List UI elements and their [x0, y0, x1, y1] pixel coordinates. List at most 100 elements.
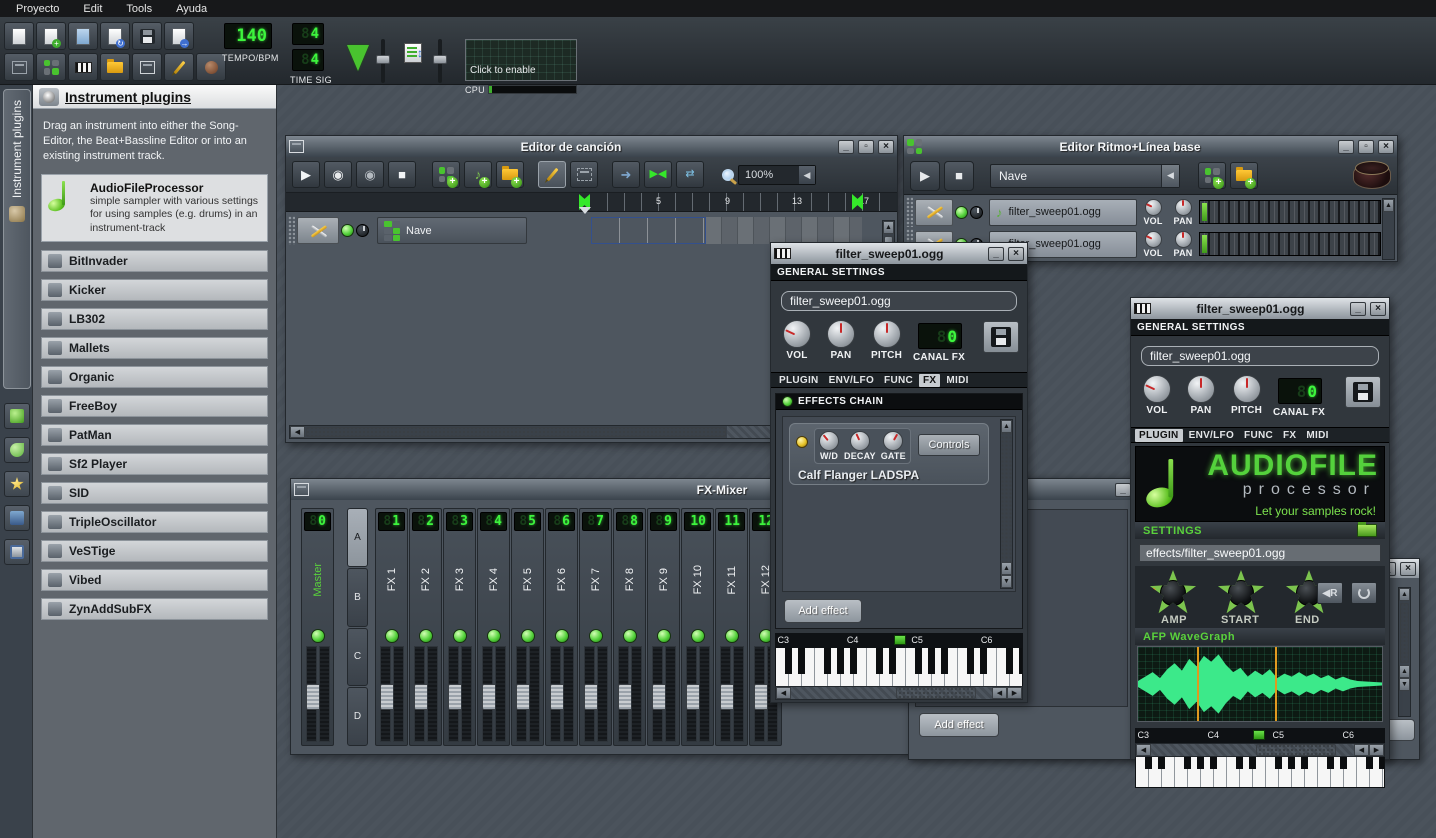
scroll-down-icon[interactable]: ▼: [1399, 678, 1410, 691]
fx-channel[interactable]: 82 FX 2: [409, 508, 442, 746]
track-mute-led[interactable]: [955, 206, 968, 219]
record-button[interactable]: ◉: [324, 161, 352, 188]
plugin-list-item[interactable]: FreeBoy: [41, 395, 268, 417]
wd-knob[interactable]: W/D: [819, 431, 839, 461]
add-sample-button[interactable]: [1230, 162, 1258, 189]
channel-led[interactable]: [555, 629, 569, 643]
vol-knob-group[interactable]: VOL: [1139, 231, 1167, 258]
scroll-up-icon[interactable]: ▲: [1001, 420, 1012, 433]
stop-button[interactable]: ■: [944, 161, 974, 191]
minimize-button[interactable]: _: [1338, 140, 1354, 154]
pitch-knob[interactable]: PITCH: [1231, 375, 1262, 416]
sidebar-tab-samples[interactable]: [4, 403, 30, 429]
close-button[interactable]: ×: [1400, 562, 1416, 576]
channel-led[interactable]: [725, 629, 739, 643]
fx-channel[interactable]: 88 FX 8: [613, 508, 646, 746]
playhead-marker[interactable]: [579, 207, 591, 214]
gate-knob[interactable]: GATE: [881, 431, 906, 461]
channel-led[interactable]: [657, 629, 671, 643]
save-preset-button[interactable]: [1345, 376, 1381, 408]
pattern-segments-empty[interactable]: [706, 217, 862, 244]
scroll-left-icon[interactable]: ◀: [290, 426, 305, 438]
plugin-list-item[interactable]: Sf2 Player: [41, 453, 268, 475]
new-project-button[interactable]: [4, 22, 34, 50]
plugin-tab[interactable]: PLUGIN: [1135, 429, 1183, 442]
maximize-button[interactable]: ▫: [858, 140, 874, 154]
beat-cells[interactable]: [1199, 232, 1381, 256]
reverse-button[interactable]: ◀R: [1317, 582, 1343, 604]
piano-keyboard[interactable]: C3C4C5C6: [775, 633, 1023, 693]
pitch-knob[interactable]: PITCH: [871, 320, 902, 361]
record-play-button[interactable]: ◉: [356, 161, 384, 188]
plugin-tab[interactable]: FUNC: [1240, 429, 1277, 442]
maximize-button[interactable]: ▫: [1358, 140, 1374, 154]
beat-editor-titlebar[interactable]: Editor Ritmo+Línea base _ ▫ ×: [904, 136, 1397, 157]
beat-cells[interactable]: [1199, 200, 1381, 224]
close-button[interactable]: ×: [1378, 140, 1394, 154]
close-button[interactable]: ×: [1008, 247, 1024, 261]
fx-channel[interactable]: 10 FX 10: [681, 508, 714, 746]
keyboard-position-marker[interactable]: [894, 635, 906, 645]
play-button[interactable]: ▶: [292, 161, 320, 188]
effect-controls-button[interactable]: Controls: [918, 434, 980, 456]
channel-fader[interactable]: [447, 646, 473, 742]
scroll-right-icon[interactable]: ▶: [1007, 687, 1022, 699]
sample-window-titlebar[interactable]: filter_sweep01.ogg _ ×: [771, 243, 1027, 264]
stop-button[interactable]: ■: [388, 161, 416, 188]
minimize-button[interactable]: _: [838, 140, 854, 154]
swap-button[interactable]: ⇄: [676, 161, 704, 188]
scroll-down-icon[interactable]: ▼: [1001, 575, 1012, 588]
effect-card-calf-flanger[interactable]: W/D DECAY GATE Controls Calf Flanger LAD…: [789, 423, 989, 485]
plugin-tab[interactable]: ENV/LFO: [825, 374, 878, 387]
pattern-segment-blue[interactable]: [591, 217, 706, 244]
song-timeline[interactable]: 591317: [286, 193, 897, 212]
sidebar-tab-home[interactable]: [4, 471, 30, 497]
import-button[interactable]: ↻: [100, 22, 130, 50]
channel-fader[interactable]: [515, 646, 541, 742]
master-fader[interactable]: [305, 646, 331, 742]
zoom-combo[interactable]: 100%◀: [738, 165, 816, 185]
track-solo-knob[interactable]: [970, 206, 983, 219]
scroll-up-icon[interactable]: ▲: [1383, 199, 1394, 212]
save-project-button[interactable]: [132, 22, 162, 50]
scroll-up2-icon[interactable]: ▲: [1399, 665, 1410, 678]
jump-button[interactable]: ➜: [612, 161, 640, 188]
channel-led[interactable]: [589, 629, 603, 643]
plugin-tab[interactable]: MIDI: [1302, 429, 1332, 442]
plugin-list-item[interactable]: Kicker: [41, 279, 268, 301]
minimize-button[interactable]: _: [988, 247, 1004, 261]
close-button[interactable]: ×: [1370, 302, 1386, 316]
channel-led[interactable]: [521, 629, 535, 643]
plugin-list-item[interactable]: Organic: [41, 366, 268, 388]
channel-fader[interactable]: [685, 646, 711, 742]
keyboard-scrollbar[interactable]: ◀ ◀ ▶: [1135, 743, 1385, 757]
channel-led[interactable]: [311, 629, 325, 643]
channel-fader[interactable]: [719, 646, 745, 742]
fx-channel[interactable]: 11 FX 11: [715, 508, 748, 746]
draw-mode-button[interactable]: [538, 161, 566, 188]
fx-channel[interactable]: 86 FX 6: [545, 508, 578, 746]
toggle-fx-mixer-button[interactable]: [100, 53, 130, 81]
add-sample-track-button[interactable]: ♪: [464, 161, 492, 188]
scroll-up-icon[interactable]: ▲: [1399, 588, 1410, 601]
amp-knob[interactable]: [1149, 570, 1197, 616]
channel-led[interactable]: [419, 629, 433, 643]
loop-button[interactable]: [1351, 582, 1377, 604]
scroll-up2-icon[interactable]: ▲: [1001, 562, 1012, 575]
bank-button[interactable]: B: [347, 568, 368, 627]
menu-item[interactable]: Ayuda: [166, 2, 217, 16]
keyboard-scrollbar[interactable]: ◀ ◀ ▶: [775, 686, 1023, 700]
pan-knob[interactable]: PAN: [827, 320, 855, 361]
bank-button[interactable]: C: [347, 628, 368, 687]
scroll-left2-icon[interactable]: ◀: [1354, 744, 1369, 756]
piano-keyboard[interactable]: C3C4C5C6: [1135, 728, 1385, 788]
start-knob[interactable]: [1217, 570, 1265, 616]
afp-window-titlebar[interactable]: filter_sweep01.ogg _ ×: [1131, 298, 1389, 319]
minimize-button[interactable]: _: [1115, 483, 1131, 497]
plugin-tab[interactable]: FUNC: [880, 374, 917, 387]
scroll-left-icon[interactable]: ◀: [776, 687, 791, 699]
play-button[interactable]: ▶: [910, 161, 940, 191]
track-name-box[interactable]: Nave: [377, 217, 527, 244]
add-automation-track-button[interactable]: [496, 161, 524, 188]
channel-fader[interactable]: [481, 646, 507, 742]
